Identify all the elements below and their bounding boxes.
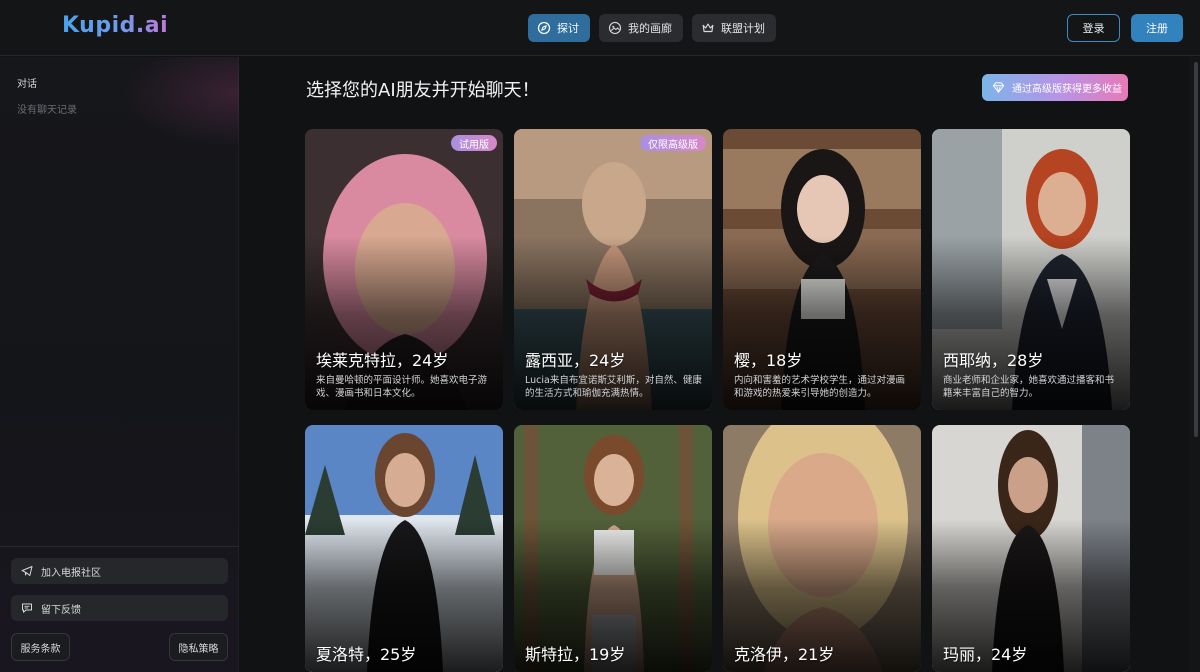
login-button[interactable]: 登录: [1067, 14, 1120, 42]
tab-affiliate[interactable]: 联盟计划: [692, 14, 776, 42]
tab-explore[interactable]: 探讨: [528, 14, 590, 42]
character-description: 内向和害羞的艺术学校学生，通过对漫画和游戏的热爱来引导她的创造力。: [734, 375, 906, 399]
tab-my-gallery-label: 我的画廊: [628, 22, 672, 35]
gallery-icon: [608, 21, 622, 35]
character-name: 露西亚，24岁: [525, 351, 626, 370]
character-description: Lucia来自布宜诺斯艾利斯，对自然、健康的生活方式和瑜伽充满热情。: [525, 375, 702, 399]
premium-only-badge: 仅限高级版: [640, 135, 706, 151]
trial-badge: 试用版: [451, 135, 497, 151]
leave-feedback-label: 留下反馈: [41, 604, 81, 616]
character-name: 斯特拉，19岁: [525, 645, 626, 664]
character-card[interactable]: 樱，18岁 内向和害羞的艺术学校学生，通过对漫画和游戏的热爱来引导她的创造力。: [723, 129, 921, 410]
character-card[interactable]: 斯特拉，19岁: [514, 425, 712, 672]
character-card[interactable]: 试用版 埃莱克特拉，24岁 来自曼哈顿的平面设计师。她喜欢电子游戏、漫画书和日本…: [305, 129, 503, 410]
join-telegram-label: 加入电报社区: [41, 567, 101, 579]
character-card[interactable]: 夏洛特，25岁: [305, 425, 503, 672]
tab-my-gallery[interactable]: 我的画廊: [599, 14, 683, 42]
character-name: 夏洛特，25岁: [316, 645, 417, 664]
character-card[interactable]: 西耶纳，28岁 商业老师和企业家，她喜欢通过播客和书籍来丰富自己的智力。: [932, 129, 1130, 410]
character-name: 樱，18岁: [734, 351, 803, 370]
scrollbar-thumb[interactable]: [1194, 62, 1198, 437]
register-button[interactable]: 注册: [1131, 14, 1183, 42]
no-chats-text: 没有聊天记录: [17, 105, 77, 116]
diamond-icon: [992, 82, 1005, 94]
upgrade-premium-label: 通过高级版获得更多收益: [1012, 84, 1122, 95]
character-card[interactable]: 克洛伊，21岁: [723, 425, 921, 672]
character-name: 克洛伊，21岁: [734, 645, 835, 664]
sidebar-divider: [0, 546, 239, 547]
crown-icon: [702, 23, 714, 33]
character-description: 商业老师和企业家，她喜欢通过播客和书籍来丰富自己的智力。: [943, 375, 1115, 399]
character-name: 埃莱克特拉，24岁: [316, 351, 449, 370]
tab-explore-label: 探讨: [557, 22, 579, 35]
leave-feedback-button[interactable]: 留下反馈: [11, 595, 228, 621]
conversations-heading: 对话: [17, 79, 37, 90]
character-card[interactable]: 仅限高级版 露西亚，24岁 Lucia来自布宜诺斯艾利斯，对自然、健康的生活方式…: [514, 129, 712, 410]
logo[interactable]: Kupid.ai: [62, 13, 168, 38]
top-bar: Kupid.ai 探讨 我的画廊 联盟计划 登录 注册: [0, 0, 1200, 56]
tab-affiliate-label: 联盟计划: [721, 22, 765, 35]
upgrade-premium-button[interactable]: 通过高级版获得更多收益: [982, 74, 1128, 101]
compass-icon: [537, 21, 551, 35]
character-name: 西耶纳，28岁: [943, 351, 1044, 370]
sidebar: 对话 没有聊天记录 加入电报社区 留下反馈 服务条款 隐私策略: [0, 57, 239, 672]
main-nav: 探讨 我的画廊 联盟计划: [528, 14, 776, 42]
character-card[interactable]: 玛丽，24岁: [932, 425, 1130, 672]
sidebar-glow: [120, 57, 239, 147]
page-title: 选择您的AI朋友并开始聊天！: [306, 80, 540, 101]
join-telegram-button[interactable]: 加入电报社区: [11, 558, 228, 584]
character-description: 来自曼哈顿的平面设计师。她喜欢电子游戏、漫画书和日本文化。: [316, 375, 488, 399]
privacy-policy-link[interactable]: 隐私策略: [169, 633, 228, 661]
character-name: 玛丽，24岁: [943, 645, 1028, 664]
feedback-icon: [22, 603, 32, 613]
telegram-icon: [21, 566, 33, 576]
terms-of-service-link[interactable]: 服务条款: [11, 633, 70, 661]
